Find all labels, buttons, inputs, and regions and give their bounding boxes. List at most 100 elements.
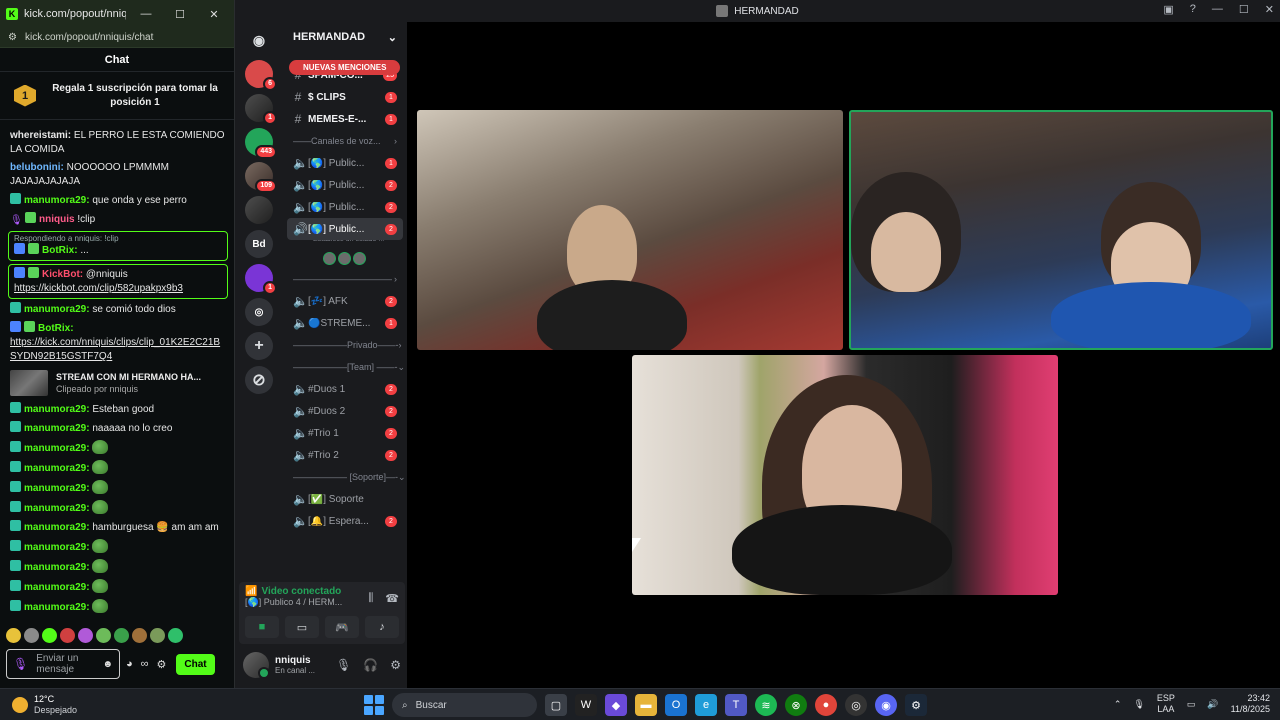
settings-gear-icon[interactable]: ⚙ <box>157 658 167 671</box>
video-stage[interactable] <box>407 22 1280 688</box>
voice-channel[interactable]: 🔈 [🌎] Public... 2 <box>283 174 407 196</box>
volume-icon[interactable]: 🔊 <box>1207 699 1218 710</box>
avatar[interactable] <box>243 652 270 679</box>
voice-channel[interactable]: 🔈 [🌎] Public... 2 <box>283 196 407 218</box>
voice-channel[interactable]: 🔈 [🔔] Espera... 2 <box>283 510 407 532</box>
site-settings-icon[interactable]: ⚙ <box>8 32 17 43</box>
emoji-picker-icon[interactable]: ☻ <box>102 659 113 670</box>
emote-icon[interactable] <box>60 628 75 643</box>
text-channel[interactable]: # MEMES-E-... 1 <box>283 108 407 130</box>
spotify-icon[interactable]: ≋ <box>755 694 777 716</box>
maximize-button[interactable]: ☐ <box>166 8 194 21</box>
copilot-icon[interactable]: ◆ <box>605 694 627 716</box>
video-tile[interactable] <box>632 355 1058 595</box>
screen-share-button[interactable]: ▭ <box>285 616 319 638</box>
discord-home-icon[interactable]: ◉ <box>245 26 273 54</box>
disconnect-icon[interactable]: ☎ <box>385 592 399 605</box>
voice-channel[interactable]: 🔈 [✅] Soporte <box>283 488 407 510</box>
emote-quick-bar[interactable] <box>6 628 183 644</box>
emote-icon[interactable] <box>42 628 57 643</box>
activity-button[interactable]: 🎮 <box>325 616 359 638</box>
weather-widget[interactable]: 12°C Despejado <box>0 694 200 716</box>
emote-icon[interactable] <box>168 628 183 643</box>
start-button[interactable] <box>364 695 384 715</box>
soundboard-button[interactable]: ♪ <box>365 616 399 638</box>
send-chat-button[interactable]: Chat <box>176 653 215 675</box>
app-icon[interactable]: W <box>575 694 597 716</box>
discover-compass-icon[interactable]: ⊘ <box>245 366 273 394</box>
chat-input[interactable]: 🎙 Enviar un mensaje ☻ <box>6 649 120 679</box>
server-icon[interactable]: Bd <box>245 230 273 258</box>
microphone-icon[interactable]: 🎙 <box>336 658 351 672</box>
server-icon[interactable]: 6 <box>245 60 277 91</box>
microphone-icon[interactable]: 🎙 <box>1133 699 1144 710</box>
server-icon[interactable] <box>245 196 273 224</box>
steam-icon[interactable]: ⚙ <box>905 694 927 716</box>
voice-channel[interactable]: 🔈 #Duos 22 <box>283 400 407 422</box>
video-tile-speaking[interactable] <box>849 110 1273 350</box>
voice-channel-active[interactable]: 🔊 [🌎] Public... 2 <box>287 218 403 240</box>
inbox-icon[interactable]: ▣ <box>1163 3 1173 16</box>
language-indicator[interactable]: ESP LAA <box>1157 693 1175 715</box>
server-icon[interactable]: 443 <box>245 128 277 159</box>
user-settings-gear-icon[interactable]: ⚙ <box>390 658 401 672</box>
text-channel[interactable]: # $ CLIPS 1 <box>283 86 407 108</box>
outlook-icon[interactable]: O <box>665 694 687 716</box>
user-name[interactable]: nniquis <box>275 655 315 666</box>
headphones-icon[interactable]: 🎧 <box>363 658 378 672</box>
discord-icon[interactable]: ◉ <box>875 694 897 716</box>
new-mentions-pill[interactable]: NUEVAS MENCIONES <box>289 60 401 75</box>
pinned-gift-banner[interactable]: 1 Regala 1 suscripción para tomar la pos… <box>0 72 234 120</box>
clip-link[interactable]: https://kickbot.com/clip/582upakpx9b3 <box>14 283 183 294</box>
server-icon[interactable]: 1 <box>245 264 277 295</box>
server-icon[interactable]: 1 <box>245 94 277 125</box>
emote-icon[interactable] <box>114 628 129 643</box>
monitor-icon[interactable]: ▭ <box>1187 699 1196 710</box>
edge-icon[interactable]: e <box>695 694 717 716</box>
category-divider[interactable]: ——————————— › <box>283 268 407 290</box>
clip-card[interactable]: STREAM CON MI HERMANO HA... Clipeado por… <box>10 370 226 396</box>
taskbar-search[interactable]: ⌕ Buscar <box>392 693 537 717</box>
category-team[interactable]: ——————[Team] ——- ⌄ <box>283 356 407 378</box>
emote-icon[interactable] <box>78 628 93 643</box>
emote-icon[interactable] <box>6 628 21 643</box>
help-icon[interactable]: ? <box>1190 3 1196 16</box>
task-view-icon[interactable]: ▢ <box>545 694 567 716</box>
emote-icon[interactable] <box>132 628 147 643</box>
camera-button[interactable]: ■ <box>245 616 279 638</box>
voice-channel[interactable]: 🔈 🔵STREME... 1 <box>283 312 407 334</box>
video-tile[interactable] <box>417 110 843 350</box>
emote-icon[interactable] <box>150 628 165 643</box>
server-icon[interactable]: 109 <box>245 162 277 193</box>
voice-channel[interactable]: 🔈 [🌎] Public... 1 <box>283 152 407 174</box>
category-support[interactable]: —————— [Soporte]—- ⌄ <box>283 466 407 488</box>
clip-link[interactable]: https://kick.com/nniquis/clips/clip_01K2… <box>10 337 220 362</box>
clip-thumbnail[interactable] <box>10 370 48 396</box>
voice-participants[interactable] <box>283 248 407 268</box>
infinity-icon[interactable]: ∞ <box>141 658 149 671</box>
chat-messages[interactable]: whereistami: EL PERRO LE ESTA COMIENDO L… <box>0 126 232 626</box>
kick-urlbar[interactable]: ⚙ kick.com/popout/nniquis/chat <box>0 28 234 48</box>
voice-channel[interactable]: 🔈 #Duos 12 <box>283 378 407 400</box>
file-explorer-icon[interactable]: ▬ <box>635 694 657 716</box>
category-voice[interactable]: ——Canales de voz... › <box>283 130 407 152</box>
category-private[interactable]: ——————Privado——- › <box>283 334 407 356</box>
minimize-button[interactable]: — <box>132 8 160 20</box>
voice-channel[interactable]: 🔈 #Trio 12 <box>283 422 407 444</box>
clock[interactable]: 23:42 11/8/2025 <box>1231 693 1270 715</box>
teams-icon[interactable]: T <box>725 694 747 716</box>
xbox-icon[interactable]: ⊗ <box>785 694 807 716</box>
close-button[interactable]: ✕ <box>1265 3 1274 16</box>
close-button[interactable]: ✕ <box>200 8 228 21</box>
add-server-icon[interactable]: + <box>245 332 273 360</box>
server-icon[interactable]: ◎ <box>245 298 273 326</box>
noise-suppression-icon[interactable]: ⫼ <box>368 592 373 605</box>
chrome-icon[interactable]: ● <box>815 694 837 716</box>
emote-icon[interactable] <box>24 628 39 643</box>
server-header[interactable]: HERMANDAD ⌄ <box>283 22 407 52</box>
minimize-button[interactable]: — <box>1212 3 1223 16</box>
emote-icon[interactable] <box>96 628 111 643</box>
obs-icon[interactable]: ◎ <box>845 694 867 716</box>
voice-channel[interactable]: 🔈 #Trio 22 <box>283 444 407 466</box>
chevron-up-icon[interactable]: ⌃ <box>1114 699 1122 710</box>
